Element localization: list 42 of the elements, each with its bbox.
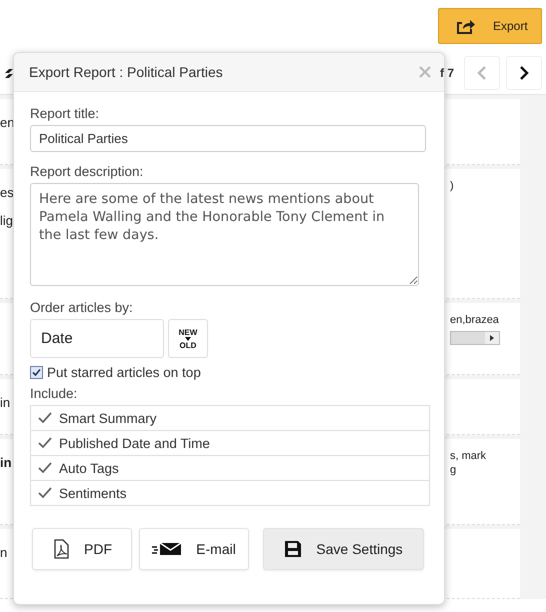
arrow-right-icon[interactable]: [490, 335, 494, 341]
scrollbar[interactable]: [450, 331, 500, 345]
include-option[interactable]: Sentiments: [31, 480, 429, 505]
sort-direction-button[interactable]: NEW OLD: [168, 319, 208, 358]
article-text: es: [0, 184, 14, 202]
article-text: g: [450, 463, 458, 477]
chevron-right-icon: [519, 65, 529, 81]
field-label: Include:: [30, 386, 78, 401]
field-label: Order articles by:: [30, 300, 134, 315]
checkmark-icon: [37, 411, 53, 425]
email-button[interactable]: E-mail: [139, 528, 249, 570]
include-option[interactable]: Auto Tags: [31, 455, 429, 480]
article-text: ): [450, 179, 455, 193]
checkmark-icon: [37, 461, 53, 475]
page-count: f 7: [440, 66, 454, 80]
report-description-field[interactable]: Here are some of the latest news mentions about Pamela Walling and the Honorable Tony Clement in the last few days.: [30, 183, 419, 286]
article-text: s, mark: [450, 449, 488, 463]
field-label: Report title:: [30, 106, 100, 121]
next-button[interactable]: [506, 56, 542, 90]
triangle-down-icon: [185, 336, 191, 340]
checkmark-icon: [37, 436, 53, 450]
field-label: Report description:: [30, 164, 144, 179]
share-icon: [455, 18, 475, 34]
checkmark-icon: [37, 486, 53, 500]
checkbox-label: Put starred articles on top: [47, 365, 201, 380]
article-text: lig: [0, 212, 14, 230]
article-text: en,brazea: [450, 313, 500, 327]
document-icon: [52, 539, 70, 559]
envelope-icon: [152, 542, 182, 556]
include-option[interactable]: Smart Summary: [31, 406, 429, 430]
include-option[interactable]: Published Date and Time: [31, 430, 429, 455]
report-title-field[interactable]: Political Parties: [30, 125, 426, 152]
chevron-left-icon: [477, 65, 487, 81]
export-button[interactable]: Export: [438, 8, 542, 44]
save-button[interactable]: Save Settings: [263, 528, 424, 570]
article-text: in: [0, 454, 12, 472]
dialog-title: Export Report : Political Parties: [29, 64, 224, 80]
order-by-field[interactable]: Date: [30, 319, 164, 358]
article-text: in: [0, 394, 10, 412]
checkbox[interactable]: [30, 366, 43, 379]
pdf-button[interactable]: PDF: [32, 528, 132, 570]
article-text: n: [0, 544, 8, 562]
